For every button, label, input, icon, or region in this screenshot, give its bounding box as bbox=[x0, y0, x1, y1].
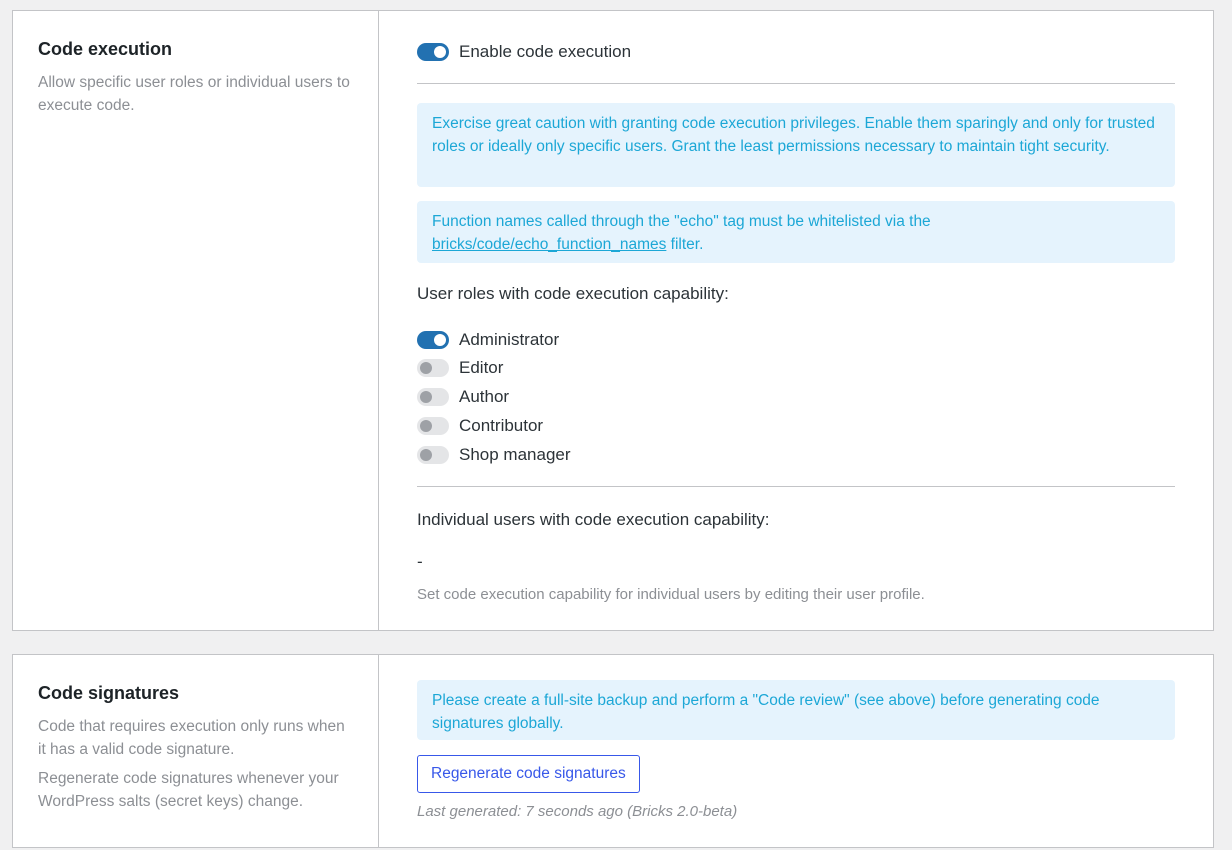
role-toggle-author[interactable] bbox=[417, 388, 449, 406]
caution-notice: Exercise great caution with granting cod… bbox=[417, 103, 1175, 187]
individual-users-value: - bbox=[417, 552, 423, 571]
role-label: Author bbox=[459, 387, 510, 406]
roles-heading: User roles with code execution capabilit… bbox=[417, 284, 729, 303]
role-toggle-administrator[interactable] bbox=[417, 331, 449, 349]
role-toggle-editor[interactable] bbox=[417, 359, 449, 377]
role-toggle-contributor[interactable] bbox=[417, 417, 449, 435]
role-row-editor[interactable]: Editor bbox=[417, 358, 503, 378]
role-toggle-shop-manager[interactable] bbox=[417, 446, 449, 464]
divider bbox=[417, 486, 1175, 487]
individual-users-help: Set code execution capability for indivi… bbox=[417, 586, 925, 603]
enable-code-execution-row[interactable]: Enable code execution bbox=[417, 42, 631, 62]
role-row-contributor[interactable]: Contributor bbox=[417, 416, 543, 436]
role-label: Editor bbox=[459, 358, 504, 377]
role-label: Contributor bbox=[459, 416, 544, 435]
enable-code-execution-toggle[interactable] bbox=[417, 43, 449, 61]
echo-notice-text: Function names called through the "echo"… bbox=[432, 213, 931, 230]
echo-function-names-link[interactable]: bricks/code/echo_function_names bbox=[432, 236, 666, 253]
code-signatures-description: Code that requires execution only runs w… bbox=[38, 718, 345, 758]
code-signatures-settings: Please create a full-site backup and per… bbox=[379, 655, 1213, 847]
role-row-administrator[interactable]: Administrator bbox=[417, 330, 559, 350]
code-execution-settings: Enable code execution Exercise great cau… bbox=[379, 11, 1213, 630]
code-signatures-salts-note: Regenerate code signatures whenever your… bbox=[38, 770, 339, 810]
code-execution-title: Code execution bbox=[38, 39, 173, 59]
individual-users-heading: Individual users with code execution cap… bbox=[417, 510, 770, 529]
regenerate-code-signatures-button[interactable]: Regenerate code signatures bbox=[417, 755, 640, 793]
divider bbox=[417, 83, 1175, 84]
code-execution-description: Allow specific user roles or individual … bbox=[38, 74, 350, 114]
code-signatures-title: Code signatures bbox=[38, 683, 180, 703]
role-row-shop-manager[interactable]: Shop manager bbox=[417, 445, 571, 465]
code-signatures-sidebar: Code signatures Code that requires execu… bbox=[13, 655, 379, 847]
code-signatures-panel: Code signatures Code that requires execu… bbox=[12, 654, 1214, 848]
backup-notice: Please create a full-site backup and per… bbox=[417, 680, 1175, 740]
echo-whitelist-notice: Function names called through the "echo"… bbox=[417, 201, 1175, 263]
role-label: Administrator bbox=[459, 330, 560, 349]
last-generated-text: Last generated: 7 seconds ago (Bricks 2.… bbox=[417, 803, 738, 820]
role-label: Shop manager bbox=[459, 445, 571, 464]
role-row-author[interactable]: Author bbox=[417, 387, 509, 407]
code-execution-sidebar: Code execution Allow specific user roles… bbox=[13, 11, 379, 630]
echo-notice-suffix: filter. bbox=[666, 235, 704, 253]
code-execution-panel: Code execution Allow specific user roles… bbox=[12, 10, 1214, 631]
enable-code-execution-label: Enable code execution bbox=[459, 42, 632, 61]
